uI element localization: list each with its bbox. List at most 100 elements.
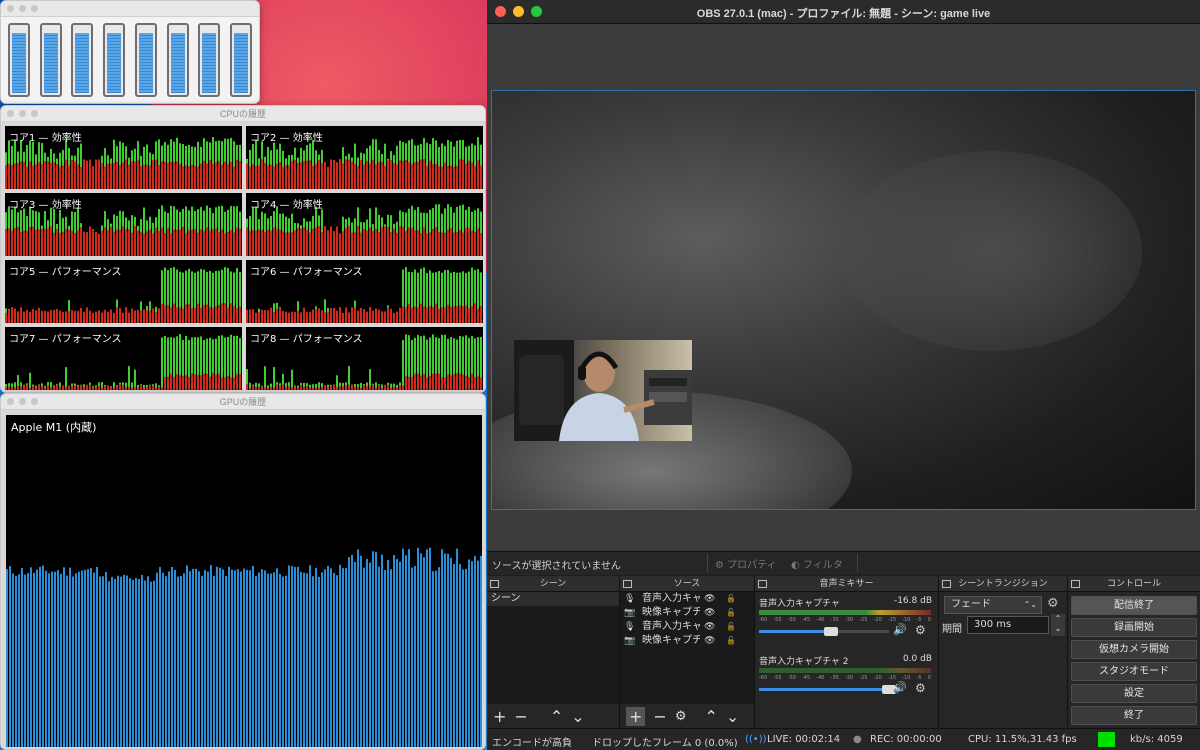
filter-icon: ◐ [791,560,800,571]
start-virtual-camera-button[interactable]: 仮想カメラ開始 [1071,640,1197,659]
gear-icon: ⚙ [715,560,724,571]
move-down-button[interactable]: ⌄ [571,707,584,726]
zoom-button[interactable] [31,5,38,12]
camera-icon: 📷 [624,636,636,646]
channel-db: -16.8 dB [893,596,932,606]
scene-transition-panel: シーントランジション フェード ⌃⌄ ⚙ 期間 300 ms ⌃ ⌄ [939,576,1068,728]
panel-title: シーントランジション [958,579,1048,589]
dropped-frames: ドロップしたフレーム 0 (0.0%) [592,738,738,749]
cpu-core-label: コア2 — 効率性 [250,133,323,144]
mixer-channel: 音声入力キャプチャ 2 0.0 dB -60 -55 -50 -45 -40 -35 -30 -2… [755,654,938,700]
program-canvas[interactable] [491,90,1196,510]
move-down-button[interactable]: ⌄ [726,707,739,726]
core-meter [103,23,126,97]
dock-icon[interactable] [758,580,767,588]
cpu-core-graph: コア2 — 効率性 [246,126,483,189]
preview-area[interactable] [487,24,1200,551]
source-item[interactable]: 📷 映像キャプチャ 👁 🔓 [620,606,754,620]
duration-input[interactable]: 300 ms [967,616,1049,634]
title-bar[interactable] [1,1,259,17]
title-bar[interactable]: CPUの履歴 [1,106,485,122]
no-source-label: ソースが選択されていません [492,561,621,572]
speaker-icon[interactable]: 🔊 [893,623,907,636]
exit-button[interactable]: 終了 [1071,706,1197,725]
mic-icon: 🎙 [624,594,636,604]
core-meter [198,23,221,97]
cpu-core-label: コア3 — 効率性 [9,200,82,211]
eye-icon[interactable]: 👁 [704,592,715,606]
duration-stepper[interactable]: ⌃ ⌄ [1051,614,1065,636]
remove-source-button[interactable]: − [653,707,666,726]
lock-icon[interactable]: 🔓 [726,634,736,648]
gear-icon[interactable]: ⚙ [915,681,926,695]
stop-streaming-button[interactable]: 配信終了 [1071,596,1197,615]
live-time: LIVE: 00:02:14 [767,734,841,745]
chevron-updown-icon: ⌃⌄ [1023,600,1037,609]
close-button[interactable] [7,5,14,12]
cpu-core-label: コア1 — 効率性 [9,133,82,144]
transition-settings-icon[interactable]: ⚙ [1047,596,1059,611]
panel-title: ソース [673,579,701,589]
volume-slider[interactable] [759,685,896,694]
source-item[interactable]: 🎙 音声入力キャプチャ 👁 🔓 [620,620,754,634]
cpu-core-label: コア6 — パフォーマンス [250,267,363,278]
scenes-panel: シーン シーン + − ⌃ ⌄ [487,576,620,728]
speaker-icon[interactable]: 🔊 [893,681,907,694]
channel-name: 音声入力キャプチャ 2 [759,657,849,667]
source-properties-icon[interactable]: ⚙ [675,709,687,724]
cpu-core-graph: コア6 — パフォーマンス [246,260,483,323]
scene-item[interactable]: シーン [487,592,619,606]
add-source-button[interactable]: + [626,706,646,726]
source-item[interactable]: 🎙 音声入力キャプチャ 👁 🔓 [620,592,754,606]
core-meter [8,23,30,97]
lock-icon[interactable]: 🔓 [726,592,736,606]
core-meter [229,23,252,97]
title-bar[interactable]: OBS 27.0.1 (mac) - プロファイル: 無題 - シーン: gam… [487,0,1200,24]
channel-db: 0.0 dB [902,654,932,664]
settings-button[interactable]: 設定 [1071,684,1197,703]
core-meter [71,23,94,97]
obs-window: OBS 27.0.1 (mac) - プロファイル: 無題 - シーン: gam… [487,0,1200,750]
remove-scene-button[interactable]: − [514,707,527,726]
dock-icon[interactable] [942,580,951,588]
channel-name: 音声入力キャプチャ [759,599,840,609]
volume-knob[interactable] [823,627,838,636]
title-bar[interactable]: GPUの履歴 [1,394,485,410]
cpu-core-graph: コア3 — 効率性 [5,193,242,256]
gpu-history-graph: Apple M1 (内蔵) [6,415,482,747]
cpu-core-label: コア7 — パフォーマンス [9,334,122,345]
move-up-button[interactable]: ⌃ [704,707,717,726]
gear-icon[interactable]: ⚙ [915,623,926,637]
studio-mode-button[interactable]: スタジオモード [1071,662,1197,681]
core-meter [134,23,157,97]
start-recording-button[interactable]: 録画開始 [1071,618,1197,637]
mic-icon: 🎙 [624,622,636,632]
transition-select[interactable]: フェード ⌃⌄ [944,596,1042,614]
cpu-meters-window [0,0,260,104]
dock-icon[interactable] [490,580,499,588]
encode-warning: エンコードが高負 [492,738,572,749]
minimize-button[interactable] [19,5,26,12]
source-item[interactable]: 📷 映像キャプチャ 👁 🔓 [620,634,754,648]
vu-meter [759,610,931,615]
filters-button[interactable]: ◐ フィルタ [791,556,843,571]
webcam-person-image [514,340,692,441]
cpu-core-label: コア5 — パフォーマンス [9,267,122,278]
lock-icon[interactable]: 🔓 [726,620,736,634]
source-toolbar: ソースが選択されていません ⚙ プロパティ ◐ フィルタ [487,551,1200,575]
eye-icon[interactable]: 👁 [704,634,715,648]
properties-button[interactable]: ⚙ プロパティ [715,556,777,571]
bitrate: kb/s: 4059 [1130,734,1183,745]
source-label: 音声入力キャプチャ [642,593,700,604]
eye-icon[interactable]: 👁 [704,606,715,620]
cpu-core-graph: コア8 — パフォーマンス [246,327,483,390]
add-scene-button[interactable]: + [493,707,506,726]
eye-icon[interactable]: 👁 [704,620,715,634]
dock-icon[interactable] [623,580,632,588]
bitrate-indicator [1098,732,1115,747]
dock-icon[interactable] [1071,580,1080,588]
volume-slider[interactable] [759,627,889,636]
webcam-overlay[interactable] [514,340,692,441]
move-up-button[interactable]: ⌃ [550,707,563,726]
lock-icon[interactable]: 🔓 [726,606,736,620]
